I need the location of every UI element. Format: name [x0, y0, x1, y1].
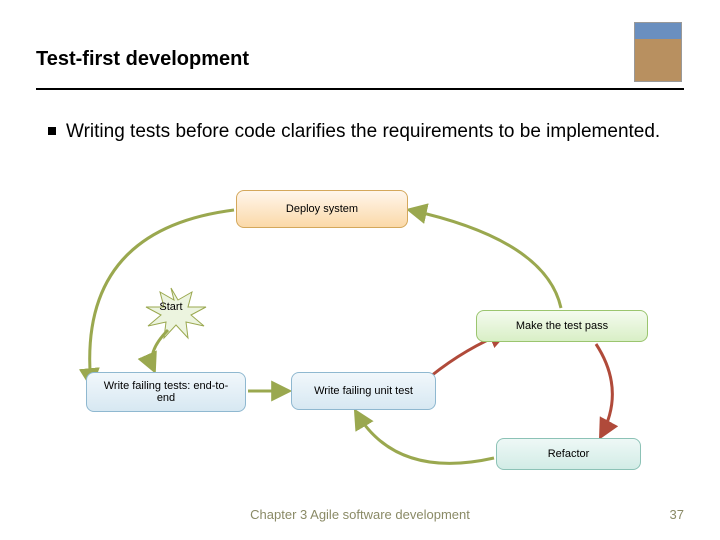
page-number: 37 — [670, 507, 684, 522]
title-underline — [36, 88, 684, 90]
process-diagram: Deploy system Start Make the test pass W… — [36, 180, 684, 500]
node-label: Start — [159, 301, 182, 313]
node-label: Refactor — [548, 448, 590, 460]
node-refactor: Refactor — [496, 438, 641, 470]
bullet-square-icon — [48, 127, 56, 135]
node-label: Write failing tests: end-to-end — [95, 380, 237, 404]
footer-chapter: Chapter 3 Agile software development — [0, 507, 720, 522]
book-cover-thumbnail — [634, 22, 682, 82]
node-deploy-system: Deploy system — [236, 190, 408, 228]
slide-title: Test-first development — [36, 48, 249, 71]
node-start: Start — [136, 284, 206, 330]
node-label: Make the test pass — [516, 320, 608, 332]
bullet-text: Writing tests before code clarifies the … — [66, 121, 660, 142]
node-make-test-pass: Make the test pass — [476, 310, 648, 342]
bullet-point: Writing tests before code clarifies the … — [48, 120, 672, 145]
node-label: Deploy system — [286, 203, 358, 215]
node-write-failing-unit: Write failing unit test — [291, 372, 436, 410]
node-label: Write failing unit test — [314, 385, 413, 397]
node-write-failing-e2e: Write failing tests: end-to-end — [86, 372, 246, 412]
